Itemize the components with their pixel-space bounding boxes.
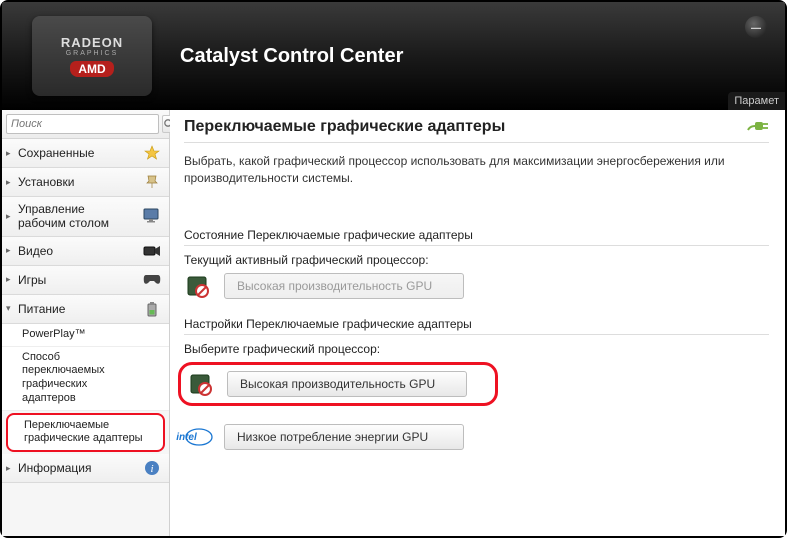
- page-description: Выбрать, какой графический процессор исп…: [184, 153, 769, 188]
- sidebar-item-information[interactable]: ▸ Информация i: [2, 454, 169, 483]
- svg-text:i: i: [150, 463, 153, 475]
- sidebar-item-desktop-management[interactable]: ▸ Управление рабочим столом: [2, 197, 169, 237]
- chevron-right-icon: ▸: [6, 148, 16, 159]
- sidebar-subitem-switchable-adapters[interactable]: Переключаемые графические адаптеры: [6, 413, 165, 453]
- sidebar-item-label: Видео: [18, 244, 137, 258]
- gpu-chip-icon: [184, 273, 214, 299]
- minimize-button[interactable]: –: [745, 16, 767, 38]
- sidebar-item-saved[interactable]: ▸ Сохраненные: [2, 139, 169, 168]
- chevron-down-icon: ▾: [6, 303, 16, 314]
- high-performance-row: Высокая производительность GPU: [178, 362, 498, 406]
- gpu-chip-icon: [187, 371, 217, 397]
- sidebar-item-label: Сохраненные: [18, 146, 137, 160]
- page-title: Переключаемые графические адаптеры: [184, 118, 505, 136]
- chevron-right-icon: ▸: [6, 463, 16, 474]
- sidebar-item-label: Установки: [18, 175, 137, 189]
- sidebar-item-installs[interactable]: ▸ Установки: [2, 168, 169, 197]
- parameters-tab[interactable]: Парамет: [728, 92, 785, 110]
- logo-radeon-text: RADEON: [61, 35, 123, 50]
- sidebar-item-label: Управление рабочим столом: [18, 202, 137, 231]
- amd-radeon-logo: RADEON GRAPHICS AMD: [32, 16, 152, 96]
- monitor-icon: [141, 207, 163, 225]
- sidebar-item-label: Питание: [18, 302, 137, 316]
- sidebar-item-power[interactable]: ▾ Питание: [2, 295, 169, 324]
- gamepad-icon: [141, 271, 163, 289]
- sidebar-item-label: Информация: [18, 461, 137, 475]
- app-title: Catalyst Control Center: [180, 45, 403, 68]
- intel-icon: intel: [184, 424, 214, 450]
- select-gpu-label: Выберите графический процессор:: [184, 342, 769, 356]
- logo-amd-badge: AMD: [70, 61, 113, 77]
- sidebar-item-label: Игры: [18, 273, 137, 287]
- search-row: «: [2, 110, 169, 139]
- chevron-right-icon: ▸: [6, 245, 16, 256]
- sidebar: « ▸ Сохраненные ▸ Установки ▸ Управление…: [2, 110, 170, 536]
- power-plug-icon: [745, 119, 769, 136]
- current-gpu-readonly: Высокая производительность GPU: [224, 273, 464, 299]
- settings-section-heading: Настройки Переключаемые графические адап…: [184, 317, 769, 335]
- logo-graphics-text: GRAPHICS: [66, 50, 119, 57]
- sidebar-subitem-switch-method[interactable]: Способ переключаемых графических адаптер…: [2, 347, 169, 411]
- info-icon: i: [141, 459, 163, 477]
- sidebar-subitem-powerplay[interactable]: PowerPlay™: [2, 324, 169, 347]
- camera-icon: [141, 242, 163, 260]
- chevron-right-icon: ▸: [6, 211, 16, 222]
- high-performance-gpu-button[interactable]: Высокая производительность GPU: [227, 371, 467, 397]
- low-power-gpu-button[interactable]: Низкое потребление энергии GPU: [224, 424, 464, 450]
- state-section-heading: Состояние Переключаемые графические адап…: [184, 228, 769, 246]
- pin-icon: [141, 173, 163, 191]
- sidebar-item-games[interactable]: ▸ Игры: [2, 266, 169, 295]
- header-bar: RADEON GRAPHICS AMD Catalyst Control Cen…: [2, 2, 785, 110]
- search-input[interactable]: [6, 114, 159, 134]
- chevron-right-icon: ▸: [6, 177, 16, 188]
- battery-icon: [141, 300, 163, 318]
- content-panel: Переключаемые графические адаптеры Выбра…: [170, 110, 785, 536]
- current-gpu-label: Текущий активный графический процессор:: [184, 253, 769, 267]
- chevron-right-icon: ▸: [6, 274, 16, 285]
- sidebar-item-video[interactable]: ▸ Видео: [2, 237, 169, 266]
- star-icon: [141, 144, 163, 162]
